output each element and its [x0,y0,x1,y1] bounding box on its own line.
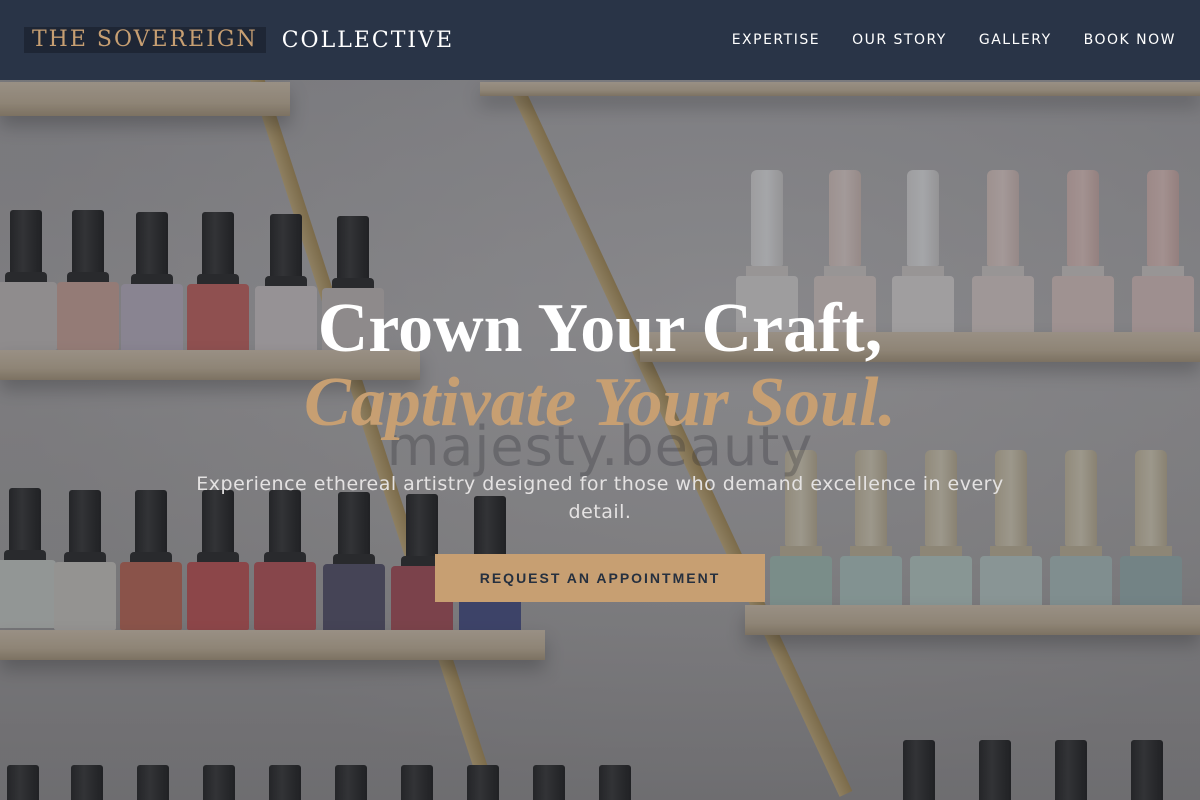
request-appointment-button[interactable]: REQUEST AN APPOINTMENT [435,554,765,602]
headline-line-1: Crown Your Craft, [317,290,883,367]
logo-main-text: COLLECTIVE [281,27,455,53]
main-nav: EXPERTISE OUR STORY GALLERY BOOK NOW [732,32,1176,48]
nav-link-our-story[interactable]: OUR STORY [852,32,947,48]
nav-link-expertise[interactable]: EXPERTISE [732,32,820,48]
hero-subtitle: Experience ethereal artistry designed fo… [196,473,1004,523]
headline-line-2: Captivate Your Soul. [304,364,896,441]
nav-link-gallery[interactable]: GALLERY [979,32,1052,48]
hero-content: Crown Your Craft, Captivate Your Soul. E… [0,292,1200,602]
logo-accent-text: THE SOVEREIGN [24,27,266,53]
site-logo[interactable]: THE SOVEREIGN COLLECTIVE [24,27,454,53]
site-header: THE SOVEREIGN COLLECTIVE EXPERTISE OUR S… [0,0,1200,80]
hero-headline: Crown Your Craft, Captivate Your Soul. [0,292,1200,440]
nav-link-book-now[interactable]: BOOK NOW [1084,32,1176,48]
